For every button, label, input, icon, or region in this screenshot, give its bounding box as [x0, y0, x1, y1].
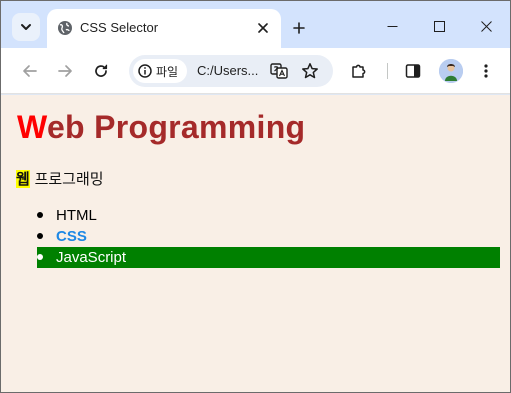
puzzle-icon: [352, 64, 366, 78]
extensions-button[interactable]: [347, 59, 371, 83]
side-panel-icon: [405, 64, 421, 78]
bullet: [37, 254, 43, 260]
site-chip-label: 파일: [156, 64, 179, 79]
bookmark-button[interactable]: [300, 61, 320, 81]
list-item-html: HTML: [37, 205, 500, 226]
list-item-css: CSS: [37, 226, 500, 247]
minimize-icon: [387, 25, 397, 27]
avatar-icon: [439, 59, 463, 83]
profile-avatar[interactable]: [439, 59, 463, 83]
back-arrow-icon: [23, 65, 37, 77]
globe-icon: [58, 21, 72, 35]
heading-rest: eb Programming: [46, 109, 306, 145]
browser-toolbar: 파일 C:/Users...: [1, 48, 510, 94]
close-icon: [480, 20, 492, 32]
tab-search-button[interactable]: [12, 13, 40, 41]
browser-menu-button[interactable]: [474, 59, 498, 83]
heading-first-letter: W: [17, 109, 47, 145]
topic-list: HTML CSS JavaScript: [37, 205, 500, 268]
reload-icon: [95, 64, 108, 77]
info-icon: [138, 64, 152, 78]
toolbar-separator: [387, 63, 388, 79]
page-viewport: Web Programming 웹 프로그래밍 HTML CSS JavaScr…: [1, 95, 510, 392]
minimize-button[interactable]: [377, 13, 407, 39]
site-info-chip[interactable]: 파일: [133, 59, 187, 83]
maximize-icon: [433, 20, 445, 32]
address-bar[interactable]: 파일 C:/Users...: [129, 55, 333, 87]
url-text[interactable]: C:/Users...: [197, 63, 258, 78]
translate-icon: [270, 63, 288, 79]
bullet: [37, 233, 43, 239]
side-panel-button[interactable]: [401, 59, 425, 83]
list-item-label: CSS: [56, 228, 87, 245]
page-subtitle: 웹 프로그래밍: [16, 168, 104, 189]
kebab-menu-icon: [484, 64, 488, 78]
star-icon: [302, 63, 318, 79]
subtitle-first-char: 웹: [16, 170, 30, 188]
subtitle-rest: 프로그래밍: [29, 170, 104, 188]
forward-button[interactable]: [53, 59, 77, 83]
forward-arrow-icon: [58, 65, 72, 77]
page-heading: Web Programming: [17, 109, 305, 146]
reload-button[interactable]: [89, 59, 113, 83]
new-tab-button[interactable]: [288, 17, 310, 39]
bullet: [37, 212, 43, 218]
close-window-button[interactable]: [471, 13, 501, 39]
plus-icon: [293, 22, 305, 34]
tab-css-selector[interactable]: CSS Selector: [47, 9, 281, 48]
list-item-label: JavaScript: [56, 249, 127, 266]
translate-button[interactable]: [269, 61, 289, 81]
back-button[interactable]: [18, 59, 42, 83]
chevron-down-icon: [21, 24, 31, 30]
browser-window: CSS Selector 파일 C:/Users... Web Programm…: [0, 0, 511, 393]
maximize-button[interactable]: [424, 13, 454, 39]
list-item-label: HTML: [56, 207, 97, 224]
close-icon: [258, 23, 268, 33]
tab-close-button[interactable]: [253, 18, 273, 38]
tab-title: CSS Selector: [80, 20, 159, 35]
tab-strip: CSS Selector: [1, 1, 510, 48]
list-item-javascript: JavaScript: [37, 247, 500, 268]
